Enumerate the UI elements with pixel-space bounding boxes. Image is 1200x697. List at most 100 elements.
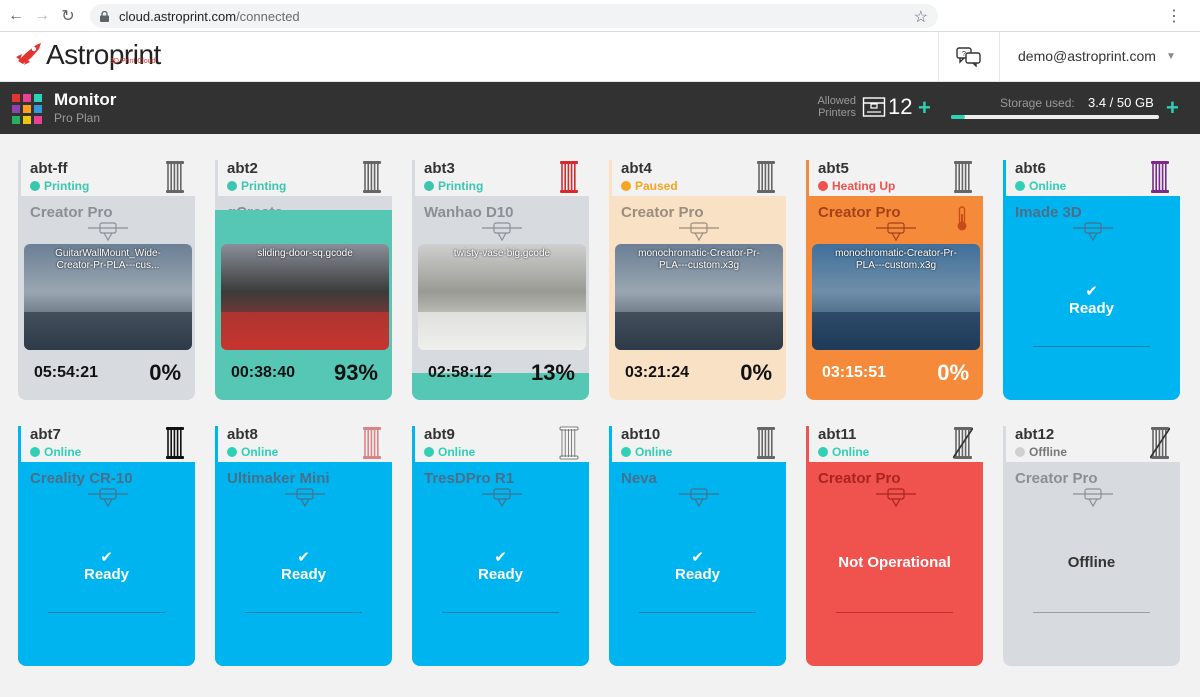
thermometer-icon <box>957 206 967 231</box>
printer-card-body[interactable]: Creator Pro monochromatic-Creator-Pr-PLA… <box>806 196 983 400</box>
filament-spool-icon[interactable] <box>362 160 382 194</box>
card-accent <box>18 426 21 462</box>
address-bar[interactable]: cloud.astroprint.com/connected ☆ <box>90 4 938 28</box>
printer-card[interactable]: abt2 Printing gCreate sliding-door-sq.gc… <box>215 160 392 400</box>
chevron-down-icon: ▼ <box>1165 50 1176 62</box>
printer-status-label: Online <box>44 445 82 459</box>
printer-status: Printing <box>227 179 286 193</box>
printer-card-body[interactable]: Creator Pro Offline <box>1003 462 1180 666</box>
filament-spool-icon[interactable] <box>953 160 973 194</box>
camera-snapshot[interactable]: sliding-door-sq.gcode <box>221 244 389 350</box>
camera-snapshot[interactable]: monochromatic-Creator-Pr-PLA---custom.x3… <box>615 244 783 350</box>
printer-card[interactable]: abt-ff Printing Creator Pro GuitarWallMo… <box>18 160 195 400</box>
printer-card[interactable]: abt10 Online Neva ✔ Ready <box>609 426 786 666</box>
printer-status-label: Printing <box>241 179 287 193</box>
printer-card[interactable]: abt3 Printing Wanhao D10 twisty-vase-big… <box>412 160 589 400</box>
printer-card-body[interactable]: Creator Pro Not Operational <box>806 462 983 666</box>
filament-spool-icon[interactable] <box>559 160 579 194</box>
checkmark-icon: ✔ <box>1085 283 1098 300</box>
user-email: demo@astroprint.com <box>1018 48 1156 64</box>
divider <box>442 612 559 613</box>
printer-name: abt6 <box>1015 160 1046 177</box>
camera-snapshot[interactable]: twisty-vase-big.gcode <box>418 244 586 350</box>
forward-arrow-icon[interactable]: → <box>32 6 52 26</box>
printer-card-body[interactable]: Creator Pro GuitarWallMount_Wide-Creator… <box>18 196 195 400</box>
printer-card[interactable]: abt5 Heating Up Creator Pro monochromati… <box>806 160 983 400</box>
lock-icon <box>100 10 109 22</box>
printer-card[interactable]: abt6 Online Imade 3D ✔ Ready <box>1003 160 1180 400</box>
filament-spool-icon[interactable] <box>362 426 382 460</box>
printer-card-body[interactable]: Imade 3D ✔ Ready <box>1003 196 1180 400</box>
print-filename: monochromatic-Creator-Pr-PLA---custom.x3… <box>638 248 760 271</box>
print-progress-percent: 0% <box>149 360 181 385</box>
printer-card-body[interactable]: Wanhao D10 twisty-vase-big.gcode 02:58:1… <box>412 196 589 400</box>
camera-snapshot[interactable]: monochromatic-Creator-Pr-PLA---custom.x3… <box>812 244 980 350</box>
printer-card-body[interactable]: Creality CR-10 ✔ Ready <box>18 462 195 666</box>
ready-label: Ready <box>674 566 721 583</box>
apps-grid-icon[interactable] <box>12 94 42 124</box>
bookmark-star-icon[interactable]: ☆ <box>914 7 928 27</box>
user-menu[interactable]: demo@astroprint.com ▼ <box>1018 48 1176 64</box>
printer-model: Creator Pro <box>30 204 113 221</box>
allowed-printers-count: 12 <box>888 94 913 119</box>
printer-card-body[interactable]: TresDPro R1 ✔ Ready <box>412 462 589 666</box>
extruder-icon <box>876 488 916 508</box>
printer-name: abt4 <box>621 160 652 177</box>
add-printer-icon[interactable]: + <box>918 97 931 119</box>
no-filament-spool-icon[interactable] <box>953 426 973 460</box>
printer-status: Online <box>818 445 869 459</box>
filament-spool-icon[interactable] <box>559 426 579 460</box>
card-accent <box>609 426 612 462</box>
no-filament-spool-icon[interactable] <box>1150 426 1170 460</box>
grid-tile <box>23 105 31 113</box>
printer-card[interactable]: abt4 Paused Creator Pro monochromatic-Cr… <box>609 160 786 400</box>
camera-snapshot[interactable]: GuitarWallMount_Wide-Creator-Pr-PLA---cu… <box>24 244 192 350</box>
extruder-icon <box>482 488 522 508</box>
grid-tile <box>12 116 20 124</box>
add-storage-icon[interactable]: + <box>1166 97 1179 119</box>
printer-name: abt9 <box>424 426 455 443</box>
printer-card-body[interactable]: Ultimaker Mini ✔ Ready <box>215 462 392 666</box>
filament-spool-icon[interactable] <box>165 426 185 460</box>
printer-card[interactable]: abt7 Online Creality CR-10 ✔ Ready <box>18 426 195 666</box>
printer-model: Neva <box>621 470 657 487</box>
rocket-logo-icon <box>16 43 41 65</box>
filament-spool-icon[interactable] <box>165 160 185 194</box>
grid-tile <box>12 94 20 102</box>
print-filename: twisty-vase-big.gcode <box>453 248 551 259</box>
printer-card-body[interactable]: Neva ✔ Ready <box>609 462 786 666</box>
printer-card[interactable]: abt11 Online Creator Pro Not Operational <box>806 426 983 666</box>
printer-card[interactable]: abt9 Online TresDPro R1 ✔ Ready <box>412 426 589 666</box>
printer-status: Online <box>1015 179 1066 193</box>
status-dot-icon <box>30 181 40 191</box>
printer-name: abt3 <box>424 160 455 177</box>
printer-card-body[interactable]: gCreate sliding-door-sq.gcode 00:38:40 9… <box>215 196 392 400</box>
printer-status: Online <box>30 445 81 459</box>
grid-tile <box>23 94 31 102</box>
filament-spool-icon[interactable] <box>756 160 776 194</box>
print-progress-percent: 0% <box>740 360 772 385</box>
filament-spool-icon[interactable] <box>1150 160 1170 194</box>
printer-card-body[interactable]: Creator Pro monochromatic-Creator-Pr-PLA… <box>609 196 786 400</box>
back-arrow-icon[interactable]: ← <box>6 6 26 26</box>
printer-status-label: Online <box>438 445 476 459</box>
printer-name: abt12 <box>1015 426 1055 443</box>
app-header: Astroprint 3D Print Cloud ? demo@astropr… <box>0 32 1200 82</box>
printer-card[interactable]: abt12 Offline Creator Pro Offline <box>1003 426 1180 666</box>
printer-name: abt8 <box>227 426 258 443</box>
storage-used-label: Storage used: <box>1000 96 1075 110</box>
filament-spool-icon[interactable] <box>756 426 776 460</box>
printer-status-label: Online <box>832 445 870 459</box>
svg-text:?: ? <box>962 51 966 58</box>
printer-card[interactable]: abt8 Online Ultimaker Mini ✔ Ready <box>215 426 392 666</box>
print-progress-percent: 0% <box>937 360 969 385</box>
print-time-remaining: 03:15:51 <box>822 364 887 381</box>
card-accent <box>215 160 218 196</box>
reload-icon[interactable]: ↻ <box>58 6 78 26</box>
monitor-bar: Monitor Pro Plan Allowed Printers 12 + S… <box>0 82 1200 134</box>
page-title: Monitor <box>54 90 117 109</box>
status-dot-icon <box>818 447 828 457</box>
support-chat-button[interactable]: ? <box>938 32 1000 81</box>
browser-menu-icon[interactable]: ⋮ <box>1166 6 1182 26</box>
printer-status-label: Offline <box>1029 445 1067 459</box>
